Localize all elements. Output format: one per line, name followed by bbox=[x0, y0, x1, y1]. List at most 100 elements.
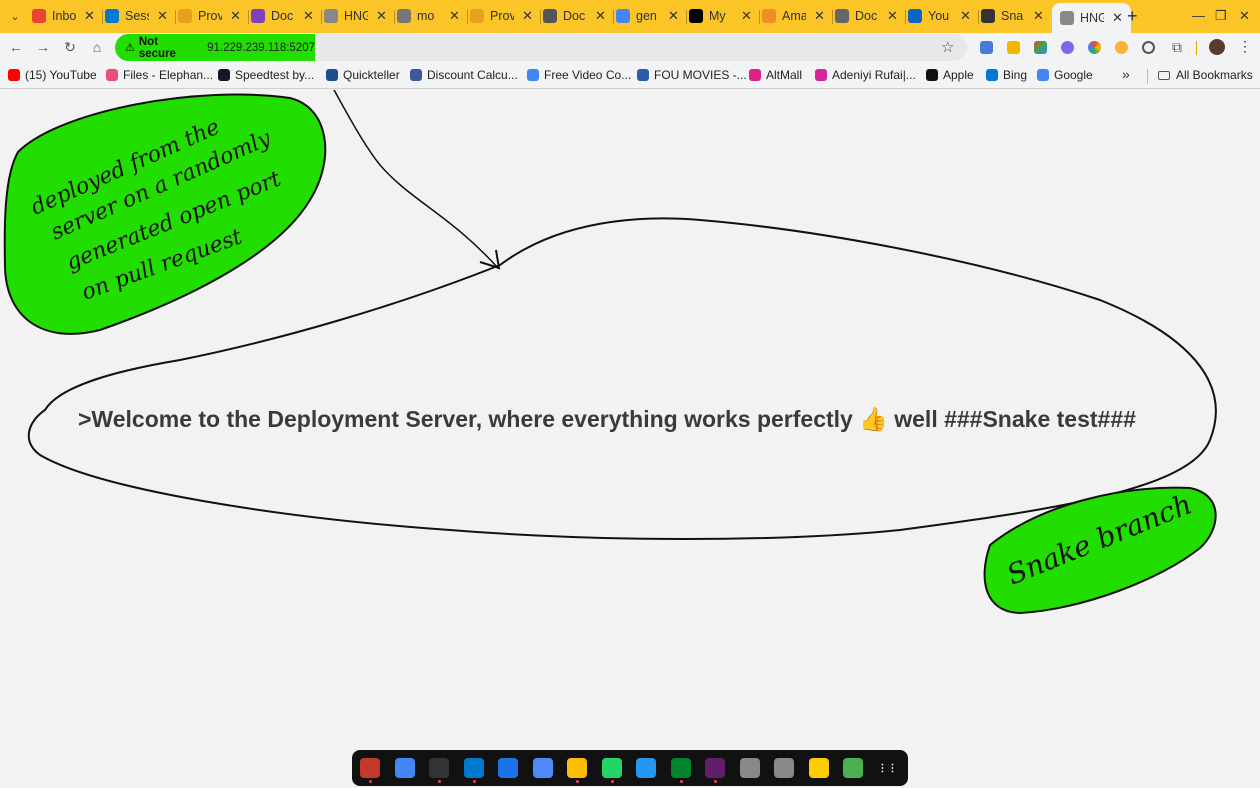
tab-close-icon[interactable]: ✕ bbox=[157, 8, 168, 24]
tab-6[interactable]: mo ✕ bbox=[397, 5, 460, 27]
slack-app-icon[interactable] bbox=[705, 758, 725, 778]
tab-2[interactable]: Sess ✕ bbox=[105, 5, 168, 27]
tab-3[interactable]: Prov ✕ bbox=[178, 5, 241, 27]
tab-close-icon[interactable]: ✕ bbox=[376, 8, 387, 24]
extensions-puzzle-icon[interactable]: ⧉ bbox=[1168, 38, 1186, 56]
whatsapp-app-icon[interactable] bbox=[601, 758, 622, 778]
speed-extension-icon[interactable] bbox=[1142, 41, 1155, 54]
browser-menu-icon[interactable]: ⋮ bbox=[1238, 38, 1252, 55]
reload-icon[interactable]: ↻ bbox=[61, 38, 79, 56]
bookmark-label: Bing bbox=[1003, 68, 1028, 82]
tab-8[interactable]: Doc ✕ bbox=[543, 5, 606, 27]
new-tab-button[interactable]: + bbox=[1127, 6, 1138, 27]
recycle-app-icon[interactable] bbox=[843, 758, 863, 778]
bookmark-item[interactable]: FOU MOVIES -... bbox=[637, 68, 747, 82]
files-app-icon[interactable] bbox=[360, 758, 380, 778]
yellow-extension-icon[interactable] bbox=[1115, 41, 1128, 54]
tab-11[interactable]: Ama ✕ bbox=[762, 5, 825, 27]
colorful-extension-icon[interactable] bbox=[1034, 41, 1047, 54]
tab-close-icon[interactable]: ✕ bbox=[303, 8, 314, 24]
meet-app-icon[interactable] bbox=[670, 758, 691, 778]
minimize-icon[interactable]: — bbox=[1192, 8, 1205, 23]
bookmark-item[interactable]: Free Video Co... bbox=[527, 68, 631, 82]
tab-close-icon[interactable]: ✕ bbox=[1112, 10, 1123, 26]
keep-extension-icon[interactable] bbox=[1007, 41, 1020, 54]
mtn-app-icon[interactable] bbox=[808, 758, 829, 778]
tab-13[interactable]: You ✕ bbox=[908, 5, 971, 27]
bookmark-label: AltMall bbox=[766, 68, 803, 82]
bookmark-favicon-icon bbox=[527, 69, 539, 81]
close-window-icon[interactable]: ✕ bbox=[1239, 8, 1250, 24]
tab-separator bbox=[102, 10, 103, 24]
tab-close-icon[interactable]: ✕ bbox=[887, 8, 898, 24]
vscode-app-icon[interactable] bbox=[463, 758, 484, 778]
more-bookmarks-icon[interactable]: » bbox=[1122, 66, 1130, 82]
tab-10[interactable]: My ✕ bbox=[689, 5, 752, 27]
bookmark-item[interactable]: Discount Calcu... bbox=[410, 68, 518, 82]
home-icon[interactable]: ⌂ bbox=[88, 38, 106, 56]
notes-app-icon[interactable] bbox=[532, 758, 553, 778]
tab-12[interactable]: Doc ✕ bbox=[835, 5, 898, 27]
bookmark-label: FOU MOVIES -... bbox=[654, 68, 747, 82]
tab-close-icon[interactable]: ✕ bbox=[668, 8, 679, 24]
app-dock: ⋮⋮ bbox=[352, 750, 908, 786]
tab-1[interactable]: Inbo ✕ bbox=[32, 5, 95, 27]
whiteboard-app-icon[interactable] bbox=[498, 758, 518, 778]
tab-close-icon[interactable]: ✕ bbox=[595, 8, 606, 24]
tab-title: mo bbox=[417, 9, 435, 23]
chrome-app-icon[interactable] bbox=[567, 758, 587, 778]
terminal-app-icon[interactable] bbox=[429, 758, 449, 778]
bookmark-item[interactable]: Speedtest by... bbox=[218, 68, 314, 82]
bookmark-item[interactable]: Apple bbox=[926, 68, 974, 82]
bookmark-item[interactable]: Quickteller bbox=[326, 68, 400, 82]
bookmark-item[interactable]: Adeniyi Rufai|... bbox=[815, 68, 916, 82]
bookmark-item[interactable]: Google bbox=[1037, 68, 1093, 82]
tab-5[interactable]: HNG ✕ bbox=[324, 5, 387, 27]
not-secure-label: Not secure bbox=[138, 35, 176, 60]
tab-close-icon[interactable]: ✕ bbox=[84, 8, 95, 24]
app-grey-2-icon[interactable] bbox=[774, 758, 794, 778]
launcher-icon[interactable]: ⋮⋮ bbox=[877, 758, 898, 778]
tab-close-icon[interactable]: ✕ bbox=[1033, 8, 1044, 24]
bookmark-label: Speedtest by... bbox=[235, 68, 315, 82]
tab-title: Doc bbox=[271, 9, 294, 23]
bookmark-item[interactable]: AltMall bbox=[749, 68, 802, 82]
tab-separator bbox=[175, 10, 176, 24]
all-bookmarks-button[interactable]: All Bookmarks bbox=[1158, 68, 1253, 82]
translate-extension-icon[interactable] bbox=[980, 41, 993, 54]
forward-icon[interactable]: → bbox=[34, 38, 52, 56]
hashicorp-icon bbox=[178, 9, 192, 23]
tab-close-icon[interactable]: ✕ bbox=[741, 8, 752, 24]
docker-app-icon[interactable] bbox=[636, 758, 656, 778]
tab-separator bbox=[978, 10, 979, 24]
tab-close-icon[interactable]: ✕ bbox=[522, 8, 533, 24]
tab-strip: ⌄ Inbo✕Sess✕Prov✕Doc✕HNG✕mo✕Prov✕Doc✕gen… bbox=[0, 0, 1260, 33]
tab-search-icon[interactable]: ⌄ bbox=[5, 6, 25, 26]
docs-app-icon[interactable] bbox=[394, 758, 415, 778]
tab-7[interactable]: Prov ✕ bbox=[470, 5, 533, 27]
bookmark-item[interactable]: (15) YouTube bbox=[8, 68, 97, 82]
bookmarks-bar: (15) YouTube Files - Elephan... Speedtest … bbox=[0, 62, 1260, 89]
tab-15[interactable]: HNG ✕ bbox=[1052, 3, 1131, 33]
tab-4[interactable]: Doc ✕ bbox=[251, 5, 314, 27]
tab-14[interactable]: Sna ✕ bbox=[981, 5, 1044, 27]
tab-close-icon[interactable]: ✕ bbox=[230, 8, 241, 24]
tab-9[interactable]: gen ✕ bbox=[616, 5, 679, 27]
bookmark-item[interactable]: Files - Elephan... bbox=[106, 68, 213, 82]
tab-close-icon[interactable]: ✕ bbox=[449, 8, 460, 24]
app-grey-1-icon[interactable] bbox=[739, 758, 760, 778]
bookmark-star-icon[interactable]: ☆ bbox=[941, 38, 954, 56]
running-indicator bbox=[576, 780, 579, 783]
security-chip[interactable]: ⚠ Not secure 91.229.239.118:5207 bbox=[115, 34, 315, 61]
tab-close-icon[interactable]: ✕ bbox=[960, 8, 971, 24]
back-icon[interactable]: ← bbox=[7, 38, 25, 56]
tab-close-icon[interactable]: ✕ bbox=[814, 8, 825, 24]
color-picker-extension-icon[interactable] bbox=[1088, 41, 1101, 54]
bookmark-item[interactable]: Bing bbox=[986, 68, 1027, 82]
address-bar[interactable]: ⚠ Not secure 91.229.239.118:5207 bbox=[115, 34, 967, 61]
gear-extension-icon[interactable] bbox=[1061, 41, 1074, 54]
tab-title: My bbox=[709, 9, 726, 23]
tab-title: Sess bbox=[125, 9, 149, 23]
profile-avatar[interactable] bbox=[1209, 39, 1225, 55]
restore-icon[interactable]: ❐ bbox=[1215, 8, 1227, 24]
